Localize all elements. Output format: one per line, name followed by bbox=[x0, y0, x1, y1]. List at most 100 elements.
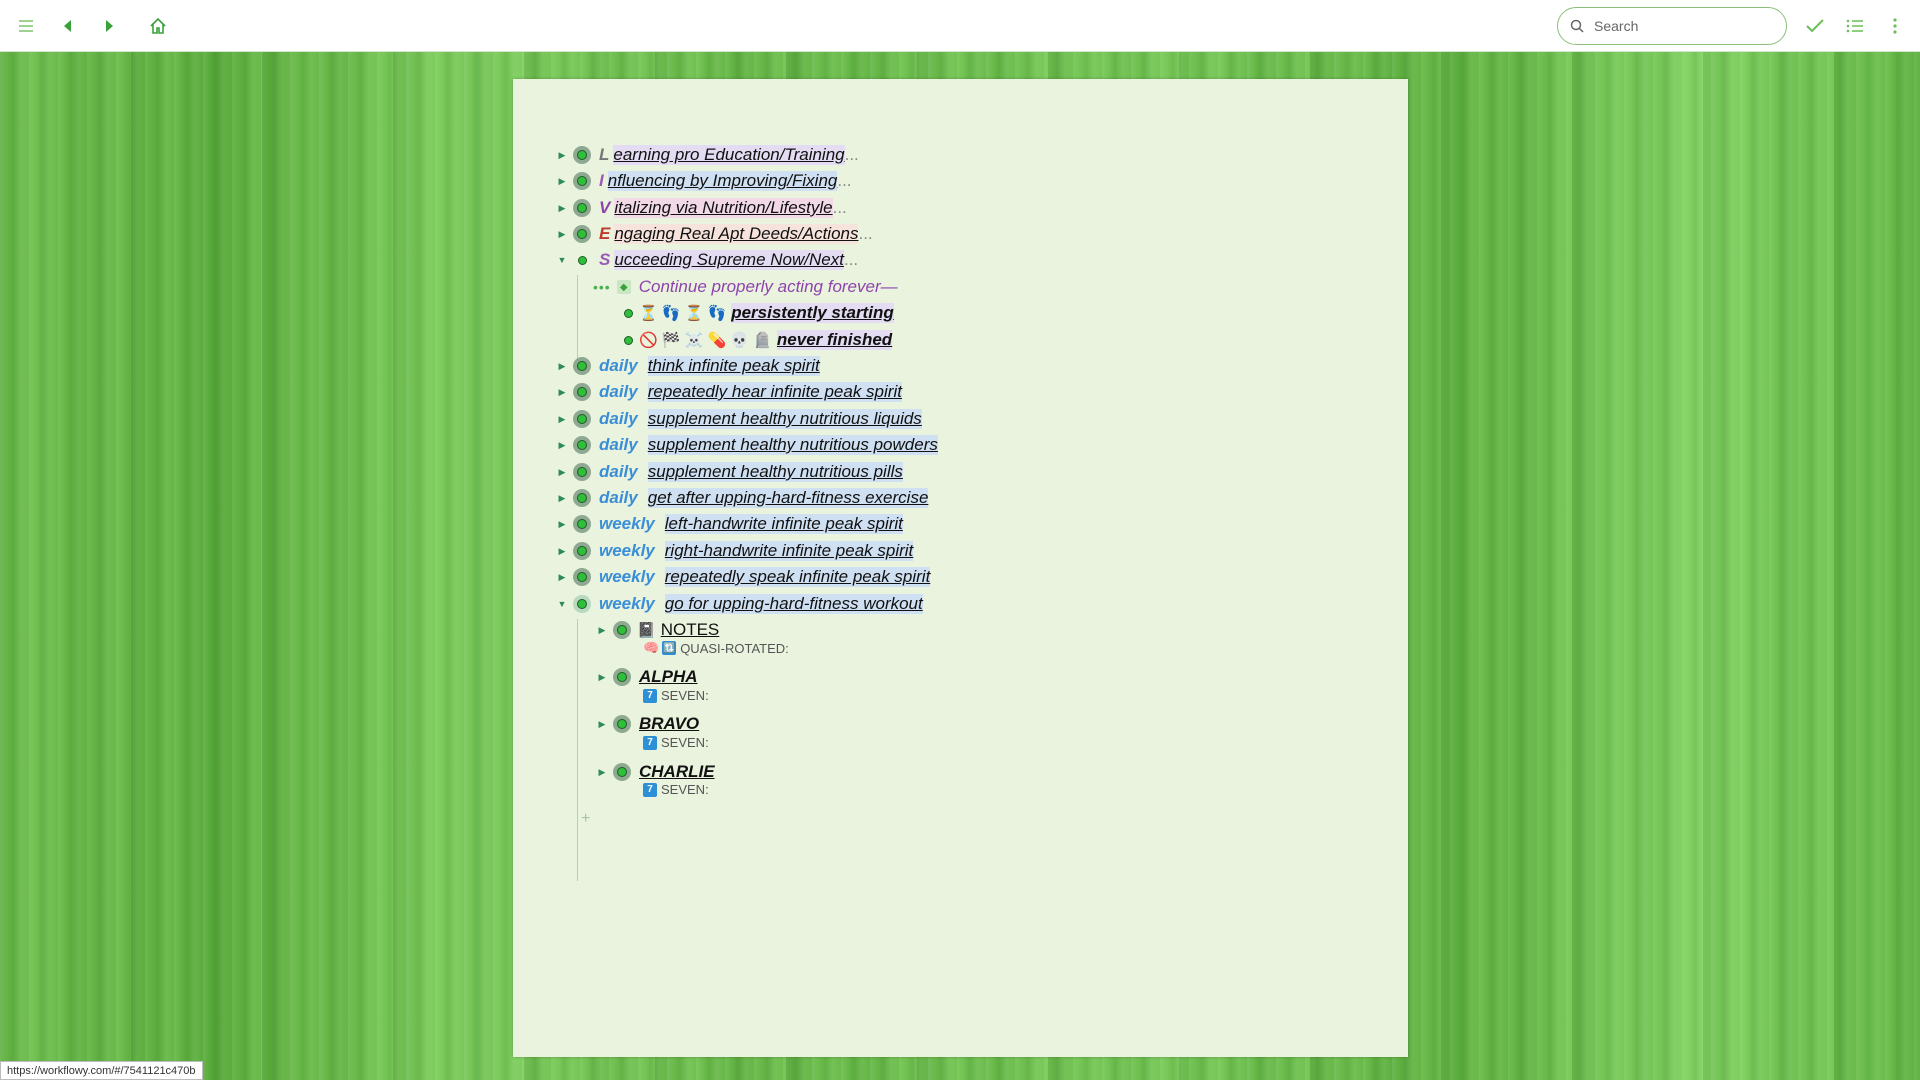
list-item[interactable]: ▶ weekly repeatedly speak infinite peak … bbox=[557, 564, 931, 590]
list-item[interactable]: ▶ ALPHA bbox=[597, 664, 698, 690]
list-item[interactable]: ▼ S ucceeding Supreme Now/Next ... bbox=[557, 247, 858, 273]
expand-triangle-icon[interactable]: ▶ bbox=[557, 546, 567, 556]
frequency-tag[interactable]: daily bbox=[599, 462, 638, 482]
bullet[interactable] bbox=[573, 357, 591, 375]
diamond-bullet-icon[interactable]: ◆ bbox=[616, 280, 631, 294]
frequency-tag[interactable]: daily bbox=[599, 409, 638, 429]
expand-triangle-icon[interactable]: ▶ bbox=[557, 176, 567, 186]
bullet[interactable] bbox=[573, 489, 591, 507]
item-text[interactable]: nfluencing by Improving/Fixing bbox=[607, 171, 838, 191]
more-options-icon[interactable] bbox=[1883, 14, 1907, 38]
list-item[interactable]: ••• ◆ Continue properly acting forever— bbox=[593, 274, 898, 300]
list-item[interactable]: 🚫 🏁 ☠️ 💊 💀 🪦 never finished bbox=[619, 327, 893, 353]
frequency-tag[interactable]: daily bbox=[599, 435, 638, 455]
habit-text[interactable]: repeatedly hear infinite peak spirit bbox=[647, 382, 902, 402]
habit-text[interactable]: right-handwrite infinite peak spirit bbox=[664, 541, 914, 561]
drag-handle-icon[interactable]: ••• bbox=[593, 279, 611, 295]
frequency-tag[interactable]: daily bbox=[599, 488, 638, 508]
list-item[interactable]: ▶ daily get after upping-hard-fitness ex… bbox=[557, 485, 929, 511]
frequency-tag[interactable]: daily bbox=[599, 382, 638, 402]
bullet[interactable] bbox=[573, 146, 591, 164]
bullet[interactable] bbox=[573, 463, 591, 481]
list-item[interactable]: ▶ weekly left-handwrite infinite peak sp… bbox=[557, 511, 903, 537]
list-item[interactable]: ▶ E ngaging Real Apt Deeds/Actions ... bbox=[557, 221, 873, 247]
bullet[interactable] bbox=[613, 621, 631, 639]
expand-triangle-icon[interactable]: ▶ bbox=[597, 719, 607, 729]
expand-triangle-icon[interactable]: ▶ bbox=[557, 150, 567, 160]
search-box[interactable] bbox=[1557, 7, 1787, 45]
bullet[interactable] bbox=[573, 568, 591, 586]
collapse-triangle-icon[interactable]: ▼ bbox=[557, 599, 567, 609]
bullet[interactable] bbox=[613, 763, 631, 781]
list-item[interactable]: ▶ daily repeatedly hear infinite peak sp… bbox=[557, 379, 902, 405]
frequency-tag[interactable]: weekly bbox=[599, 567, 655, 587]
expand-triangle-icon[interactable]: ▶ bbox=[557, 229, 567, 239]
bullet[interactable] bbox=[613, 668, 631, 686]
back-arrow-icon[interactable] bbox=[55, 14, 79, 38]
frequency-tag[interactable]: weekly bbox=[599, 541, 655, 561]
bullet[interactable] bbox=[619, 331, 637, 349]
bullet[interactable] bbox=[573, 436, 591, 454]
habit-text[interactable]: go for upping-hard-fitness workout bbox=[664, 594, 923, 614]
bullet[interactable] bbox=[573, 542, 591, 560]
bullet[interactable] bbox=[573, 410, 591, 428]
bullet[interactable] bbox=[619, 304, 637, 322]
habit-text[interactable]: think infinite peak spirit bbox=[647, 356, 820, 376]
expand-triangle-icon[interactable]: ▶ bbox=[557, 361, 567, 371]
child-title[interactable]: NOTES bbox=[661, 620, 720, 640]
child-title[interactable]: BRAVO bbox=[639, 714, 699, 734]
item-text[interactable]: ucceeding Supreme Now/Next bbox=[614, 250, 844, 270]
expand-triangle-icon[interactable]: ▶ bbox=[557, 387, 567, 397]
child-title[interactable]: ALPHA bbox=[639, 667, 698, 687]
search-input[interactable] bbox=[1592, 17, 1776, 35]
forward-arrow-icon[interactable] bbox=[98, 14, 122, 38]
expand-triangle-icon[interactable]: ▶ bbox=[557, 519, 567, 529]
expand-triangle-icon[interactable]: ▶ bbox=[557, 414, 567, 424]
persist-text[interactable]: persistently starting bbox=[731, 303, 894, 323]
collapse-triangle-icon[interactable]: ▼ bbox=[557, 255, 567, 265]
expand-triangle-icon[interactable]: ▶ bbox=[557, 572, 567, 582]
habit-text[interactable]: supplement healthy nutritious powders bbox=[647, 435, 938, 455]
expand-triangle-icon[interactable]: ▶ bbox=[557, 467, 567, 477]
item-text[interactable]: earning pro Education/Training bbox=[613, 145, 845, 165]
bullet[interactable] bbox=[573, 515, 591, 533]
bullet[interactable] bbox=[573, 199, 591, 217]
list-item[interactable]: ▶ daily think infinite peak spirit bbox=[557, 353, 820, 379]
list-item[interactable]: ▶ daily supplement healthy nutritious pi… bbox=[557, 459, 903, 485]
bullet[interactable] bbox=[573, 595, 591, 613]
list-view-icon[interactable] bbox=[1843, 14, 1867, 38]
list-item[interactable]: ▶ V italizing via Nutrition/Lifestyle ..… bbox=[557, 195, 847, 221]
expand-triangle-icon[interactable]: ▶ bbox=[557, 203, 567, 213]
expand-triangle-icon[interactable]: ▶ bbox=[557, 440, 567, 450]
expand-triangle-icon[interactable]: ▶ bbox=[597, 672, 607, 682]
habit-text[interactable]: supplement healthy nutritious pills bbox=[647, 462, 903, 482]
expand-triangle-icon[interactable]: ▶ bbox=[597, 767, 607, 777]
item-text[interactable]: italizing via Nutrition/Lifestyle bbox=[614, 198, 833, 218]
bullet[interactable] bbox=[613, 715, 631, 733]
home-icon[interactable] bbox=[146, 14, 170, 38]
add-item-button[interactable]: + bbox=[581, 810, 590, 828]
child-title[interactable]: CHARLIE bbox=[639, 762, 715, 782]
frequency-tag[interactable]: daily bbox=[599, 356, 638, 376]
frequency-tag[interactable]: weekly bbox=[599, 514, 655, 534]
list-item[interactable]: ▶ weekly right-handwrite infinite peak s… bbox=[557, 538, 914, 564]
never-text[interactable]: never finished bbox=[776, 330, 893, 350]
bullet[interactable] bbox=[573, 251, 591, 269]
item-text[interactable]: ngaging Real Apt Deeds/Actions bbox=[614, 224, 859, 244]
menu-icon[interactable] bbox=[14, 14, 38, 38]
checkmark-icon[interactable] bbox=[1803, 14, 1827, 38]
list-item[interactable]: ▼ weekly go for upping-hard-fitness work… bbox=[557, 591, 923, 617]
frequency-tag[interactable]: weekly bbox=[599, 594, 655, 614]
list-item[interactable]: ⏳ 👣 ⏳ 👣 persistently starting bbox=[619, 300, 894, 326]
bullet[interactable] bbox=[573, 383, 591, 401]
list-item[interactable]: ▶ daily supplement healthy nutritious po… bbox=[557, 432, 938, 458]
habit-text[interactable]: repeatedly speak infinite peak spirit bbox=[664, 567, 931, 587]
list-item[interactable]: ▶ L earning pro Education/Training ... bbox=[557, 142, 859, 168]
bullet[interactable] bbox=[573, 172, 591, 190]
expand-triangle-icon[interactable]: ▶ bbox=[597, 625, 607, 635]
habit-text[interactable]: left-handwrite infinite peak spirit bbox=[664, 514, 903, 534]
list-item[interactable]: ▶ BRAVO bbox=[597, 711, 699, 737]
habit-text[interactable]: supplement healthy nutritious liquids bbox=[647, 409, 922, 429]
habit-text[interactable]: get after upping-hard-fitness exercise bbox=[647, 488, 929, 508]
expand-triangle-icon[interactable]: ▶ bbox=[557, 493, 567, 503]
